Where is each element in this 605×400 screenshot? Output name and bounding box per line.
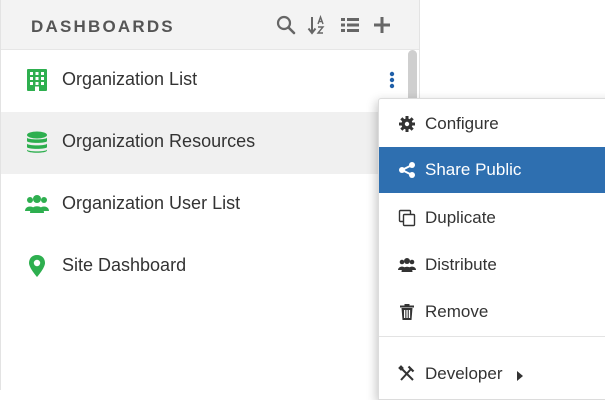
- gear-icon: [398, 115, 416, 133]
- menu-item-label: Duplicate: [425, 208, 496, 227]
- menu-item-label: Configure: [425, 114, 499, 133]
- building-icon: [25, 68, 49, 92]
- dashboard-item-label: Site Dashboard: [62, 255, 187, 275]
- plus-icon[interactable]: [371, 14, 393, 36]
- map-marker-icon: [25, 254, 49, 278]
- menu-item-duplicate[interactable]: Duplicate: [379, 195, 605, 241]
- context-menu: Configure Share Public Duplicate Distrib…: [378, 98, 605, 400]
- users-icon: [25, 192, 49, 216]
- menu-item-label: Remove: [425, 302, 489, 321]
- menu-item-share-public[interactable]: Share Public: [379, 147, 605, 193]
- copy-icon: [398, 209, 416, 227]
- menu-item-remove[interactable]: Remove: [379, 289, 605, 335]
- menu-item-distribute[interactable]: Distribute: [379, 242, 605, 288]
- search-icon[interactable]: [275, 14, 297, 36]
- dashboard-item-label: Organization User List: [62, 193, 241, 213]
- menu-item-label: Developer: [425, 364, 503, 383]
- dashboards-panel: DASHBOARDS Organization List Organizatio…: [0, 0, 420, 390]
- menu-item-configure[interactable]: Configure: [379, 101, 605, 147]
- kebab-menu-icon[interactable]: [387, 68, 397, 92]
- dashboard-item-organization-user-list[interactable]: Organization User List: [1, 174, 406, 236]
- dashboard-item-label: Organization Resources: [62, 131, 256, 151]
- dashboard-item-organization-resources[interactable]: Organization Resources: [1, 112, 406, 174]
- dashboard-item-organization-list[interactable]: Organization List: [1, 50, 406, 112]
- menu-divider: [379, 336, 605, 337]
- share-icon: [398, 161, 416, 179]
- trash-icon: [398, 303, 416, 321]
- dashboard-item-site-dashboard[interactable]: Site Dashboard: [1, 236, 406, 298]
- menu-item-developer[interactable]: Developer: [379, 351, 605, 397]
- users-icon: [398, 256, 416, 274]
- tools-icon: [398, 365, 416, 383]
- sort-az-icon[interactable]: [307, 14, 329, 36]
- menu-item-label: Distribute: [425, 255, 497, 274]
- panel-title: DASHBOARDS: [31, 17, 175, 36]
- menu-item-label: Share Public: [425, 160, 522, 179]
- list-icon[interactable]: [339, 14, 361, 36]
- dashboard-item-label: Organization List: [62, 69, 198, 89]
- panel-header: DASHBOARDS: [1, 0, 419, 50]
- caret-right-icon: [515, 369, 525, 381]
- database-icon: [25, 130, 49, 154]
